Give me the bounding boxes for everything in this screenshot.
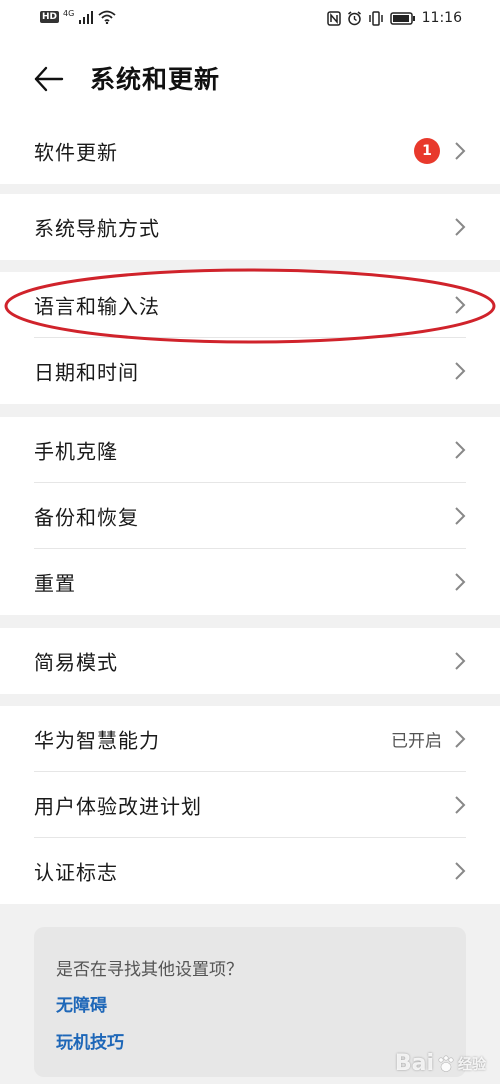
clock: 11:16 (421, 10, 462, 26)
paw-icon (438, 1054, 454, 1072)
settings-item-reset[interactable]: 重置 (0, 549, 500, 615)
settings-item-label: 手机克隆 (34, 439, 118, 464)
settings-item-label: 软件更新 (34, 140, 118, 165)
app-header: 系统和更新 (0, 40, 500, 118)
settings-item-label: 语言和输入法 (34, 294, 160, 319)
settings-item-label: 认证标志 (34, 860, 118, 885)
chevron-right-icon (455, 862, 466, 880)
network-type: 4G (63, 9, 75, 18)
chevron-right-icon (455, 796, 466, 814)
chevron-right-icon (455, 296, 466, 314)
suggestions-question: 是否在寻找其他设置项？ (56, 960, 243, 980)
chevron-right-icon (455, 218, 466, 236)
settings-group-misc: 华为智慧能力 已开启 用户体验改进计划 认证标志 (0, 706, 500, 904)
watermark-suffix: 经验 (458, 1056, 486, 1073)
baidu-watermark: Bai 经验 (395, 1051, 486, 1076)
settings-item-label: 用户体验改进计划 (34, 794, 202, 819)
settings-item-navigation-mode[interactable]: 系统导航方式 (0, 194, 500, 260)
settings-group-software: 软件更新 1 (0, 118, 500, 184)
chevron-right-icon (455, 507, 466, 525)
back-arrow-icon (34, 66, 64, 92)
back-button[interactable] (32, 62, 66, 96)
update-count-badge: 1 (414, 138, 440, 164)
phone-tips-link[interactable]: 玩机技巧 (56, 1028, 124, 1053)
status-bar: HD 4G 11:16 (0, 0, 500, 40)
hd-icon: HD (40, 11, 60, 23)
chevron-right-icon (455, 441, 466, 459)
nfc-icon (326, 10, 341, 26)
status-left: HD 4G (40, 10, 116, 24)
page-title: 系统和更新 (90, 65, 221, 94)
settings-item-label: 备份和恢复 (34, 505, 139, 530)
settings-item-simple-mode[interactable]: 简易模式 (0, 628, 500, 694)
settings-item-language-input[interactable]: 语言和输入法 (0, 272, 500, 338)
settings-item-phone-clone[interactable]: 手机克隆 (0, 417, 500, 483)
chevron-right-icon (455, 730, 466, 748)
settings-group-backup: 手机克隆 备份和恢复 重置 (0, 417, 500, 615)
settings-group-language: 语言和输入法 日期和时间 (0, 272, 500, 404)
settings-item-huawei-intelligence[interactable]: 华为智慧能力 已开启 (0, 706, 500, 772)
chevron-right-icon (455, 652, 466, 670)
settings-group-navigation: 系统导航方式 (0, 194, 500, 260)
settings-item-backup-restore[interactable]: 备份和恢复 (0, 483, 500, 549)
settings-group-simple-mode: 简易模式 (0, 628, 500, 694)
settings-item-software-update[interactable]: 软件更新 1 (0, 118, 500, 184)
settings-item-label: 系统导航方式 (34, 216, 160, 241)
settings-item-label: 简易模式 (34, 650, 118, 675)
wifi-icon (98, 10, 116, 24)
status-right: 11:16 (326, 10, 462, 26)
alarm-icon (347, 10, 361, 25)
settings-item-date-time[interactable]: 日期和时间 (0, 338, 500, 404)
battery-icon (389, 11, 415, 25)
settings-item-label: 日期和时间 (34, 360, 139, 385)
settings-item-label: 重置 (34, 571, 76, 596)
signal-icon (79, 10, 94, 24)
chevron-right-icon (455, 573, 466, 591)
watermark-brand: Bai (394, 1051, 434, 1076)
vibrate-icon (368, 10, 383, 26)
settings-item-label: 华为智慧能力 (34, 728, 160, 753)
settings-item-certification[interactable]: 认证标志 (0, 838, 500, 904)
status-enabled-text: 已开启 (391, 731, 442, 752)
settings-item-user-experience[interactable]: 用户体验改进计划 (0, 772, 500, 838)
chevron-right-icon (455, 362, 466, 380)
accessibility-link[interactable]: 无障碍 (56, 991, 107, 1016)
chevron-right-icon (455, 142, 466, 160)
